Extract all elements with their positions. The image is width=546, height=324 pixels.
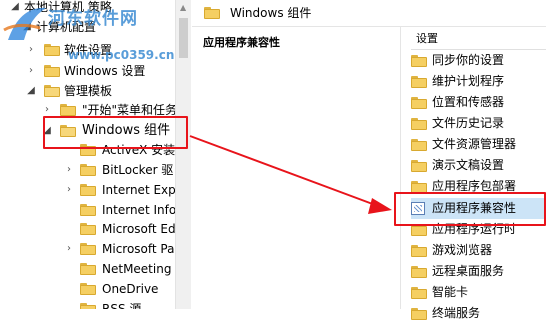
list-item-label: 终端服务 xyxy=(432,306,481,320)
folder-icon xyxy=(80,164,96,176)
tree-item-label: Microsoft Ed xyxy=(102,222,175,236)
list-item[interactable]: 终端服务 xyxy=(411,303,546,324)
list-item[interactable]: 同步你的设置 xyxy=(411,50,546,71)
column-header-settings[interactable]: 设置 xyxy=(416,31,438,47)
folder-icon xyxy=(411,139,427,151)
list-item-label: 演示文稿设置 xyxy=(432,158,505,172)
tree-item-label: BitLocker 驱 xyxy=(102,163,174,177)
selected-item-title: 应用程序兼容性 xyxy=(203,36,280,49)
folder-icon xyxy=(411,266,427,278)
highlight-box-app-compat xyxy=(394,192,546,226)
chevron-right-icon[interactable] xyxy=(64,279,74,299)
tree-item-label: NetMeeting xyxy=(102,262,172,276)
chevron-right-icon[interactable]: › xyxy=(64,239,74,259)
folder-icon xyxy=(80,283,96,295)
list-item[interactable]: 演示文稿设置 xyxy=(411,155,546,176)
list-item[interactable]: 文件历史记录 xyxy=(411,113,546,134)
folder-icon xyxy=(60,104,76,116)
list-item-label: 文件历史记录 xyxy=(432,116,505,130)
folder-icon xyxy=(204,7,220,19)
list-item[interactable]: 游戏浏览器 xyxy=(411,240,546,261)
watermark-url: www.pc0359.cn xyxy=(68,48,175,62)
list-item[interactable]: 文件资源管理器 xyxy=(411,134,546,155)
chevron-down-icon[interactable]: ◢ xyxy=(26,81,36,101)
chevron-right-icon[interactable] xyxy=(64,219,74,239)
list-item-label: 文件资源管理器 xyxy=(432,137,517,151)
breadcrumb: Windows 组件 xyxy=(192,0,546,27)
folder-open-icon xyxy=(44,85,60,97)
folder-icon xyxy=(44,65,60,77)
settings-list: 设置 同步你的设置 维护计划程序 位置和传感器 文件历史记录 文件资源管理器 演… xyxy=(401,27,546,320)
chevron-right-icon[interactable]: › xyxy=(64,160,74,180)
tree-item-label: Internet Info xyxy=(102,203,175,217)
list-item[interactable]: 位置和传感器 xyxy=(411,92,546,113)
scrollbar-thumb[interactable] xyxy=(179,18,188,58)
list-item-label: 远程桌面服务 xyxy=(432,264,505,278)
description-pane: 应用程序兼容性 xyxy=(192,27,401,309)
folder-icon xyxy=(411,160,427,172)
chevron-right-icon[interactable]: › xyxy=(26,61,36,81)
tree-item-label: Microsoft Pa xyxy=(102,242,175,256)
folder-icon xyxy=(411,287,427,299)
list-item-label: 维护计划程序 xyxy=(432,74,505,88)
list-item-label: 游戏浏览器 xyxy=(432,243,493,257)
list-item-label: 位置和传感器 xyxy=(432,95,505,109)
list-item-label: 同步你的设置 xyxy=(432,53,505,67)
folder-icon xyxy=(411,308,427,320)
list-item[interactable]: 维护计划程序 xyxy=(411,71,546,92)
breadcrumb-title: Windows 组件 xyxy=(230,6,312,20)
watermark-text: 河东软件网 xyxy=(48,9,138,29)
tree-item-label: Internet Expl xyxy=(102,183,175,197)
tree-item-label: 管理模板 xyxy=(64,84,113,98)
chevron-right-icon[interactable] xyxy=(64,200,74,220)
scroll-up-icon[interactable]: ▲ xyxy=(180,3,186,12)
folder-icon xyxy=(80,204,96,216)
chevron-right-icon[interactable]: › xyxy=(64,180,74,200)
list-item[interactable]: 智能卡 xyxy=(411,282,546,303)
folder-icon xyxy=(411,55,427,67)
tree-item-label: Windows 设置 xyxy=(64,64,146,78)
folder-icon xyxy=(80,303,96,309)
folder-icon xyxy=(411,76,427,88)
chevron-right-icon[interactable] xyxy=(64,259,74,279)
folder-icon xyxy=(411,245,427,257)
tree-scrollbar[interactable]: ▲ xyxy=(175,0,191,309)
chevron-right-icon[interactable] xyxy=(64,299,74,309)
list-item[interactable]: 远程桌面服务 xyxy=(411,261,546,282)
folder-icon xyxy=(80,223,96,235)
watermark-logo-icon xyxy=(3,7,46,40)
folder-icon xyxy=(80,184,96,196)
folder-icon xyxy=(411,97,427,109)
list-item-label: 智能卡 xyxy=(432,285,469,299)
highlight-box-windows-components xyxy=(43,116,188,149)
folder-icon xyxy=(80,243,96,255)
folder-icon xyxy=(80,263,96,275)
folder-icon xyxy=(411,118,427,130)
tree-item-label: OneDrive xyxy=(102,282,159,296)
tree-item-label: RSS 源 xyxy=(102,302,142,309)
